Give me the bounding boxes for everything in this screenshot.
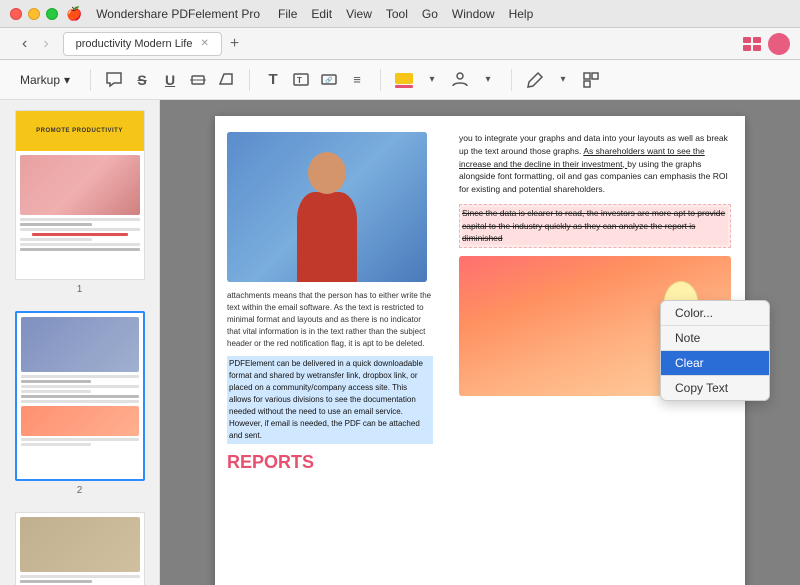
- right-top-text: you to integrate your graphs and data in…: [459, 132, 731, 196]
- svg-text:🔗: 🔗: [325, 76, 333, 84]
- strikethrough-icon[interactable]: S: [131, 69, 153, 91]
- context-menu: Color... Note Clear Copy Text: [660, 300, 770, 401]
- pen-icon[interactable]: [524, 69, 546, 91]
- title-bar: 🍎 Wondershare PDFelement Pro File Edit V…: [0, 0, 800, 28]
- traffic-lights: [10, 8, 58, 20]
- thumb-2-num: 2: [77, 485, 83, 496]
- main-area: PROMOTE PRODUCTIVITY 1: [0, 100, 800, 585]
- thumb-page-2[interactable]: 2: [8, 311, 151, 496]
- separator-1: [90, 69, 91, 91]
- separator-4: [511, 69, 512, 91]
- person-icon[interactable]: [449, 69, 471, 91]
- toolbar: Markup ▾ S U T T 🔗 ≡: [0, 60, 800, 100]
- close-button[interactable]: [10, 8, 22, 20]
- context-menu-copy-text[interactable]: Copy Text: [661, 376, 769, 400]
- text-tools: T T 🔗 ≡: [262, 69, 368, 91]
- thumb-2[interactable]: [15, 311, 145, 481]
- markup-button[interactable]: Markup ▾: [12, 69, 78, 91]
- menu-bar: File Edit View Tool Go Window Help: [278, 7, 533, 21]
- expand-icon[interactable]: [580, 69, 602, 91]
- lines-icon[interactable]: ≡: [346, 69, 368, 91]
- thumb-page-3[interactable]: 3: [8, 512, 151, 585]
- pen-dropdown-icon[interactable]: ▾: [552, 69, 574, 91]
- style-tools: ▾ ▾: [393, 69, 499, 91]
- strike-text-content: Since the data is clearer to read, the i…: [462, 208, 725, 244]
- menu-file[interactable]: File: [278, 7, 297, 21]
- color-picker-icon[interactable]: [393, 69, 415, 91]
- highlight-icon[interactable]: [187, 69, 209, 91]
- menu-window[interactable]: Window: [452, 7, 495, 21]
- menu-view[interactable]: View: [346, 7, 372, 21]
- strike-text: Since the data is clearer to read, the i…: [462, 207, 728, 245]
- person-dropdown-icon[interactable]: ▾: [477, 69, 499, 91]
- thumb-page-1[interactable]: PROMOTE PRODUCTIVITY 1: [8, 110, 151, 295]
- content-area: attachments means that the person has to…: [160, 100, 800, 585]
- thumb-1-header: PROMOTE PRODUCTIVITY: [16, 111, 144, 151]
- reports-heading: REPORTS: [227, 452, 433, 473]
- link-icon[interactable]: 🔗: [318, 69, 340, 91]
- separator-2: [249, 69, 250, 91]
- minimize-button[interactable]: [28, 8, 40, 20]
- thumb-3-image: [20, 517, 140, 572]
- tab-add-button[interactable]: +: [230, 36, 239, 52]
- menu-tool[interactable]: Tool: [386, 7, 408, 21]
- main-image: [227, 132, 427, 282]
- context-menu-color[interactable]: Color...: [661, 301, 769, 325]
- pdf-left-column: attachments means that the person has to…: [215, 116, 445, 585]
- comment-icon[interactable]: [103, 69, 125, 91]
- nav-forward[interactable]: ›: [37, 31, 54, 57]
- thumb-2-image: [21, 317, 139, 372]
- markup-label: Markup: [20, 73, 60, 87]
- maximize-button[interactable]: [46, 8, 58, 20]
- sidebar-thumbnails: PROMOTE PRODUCTIVITY 1: [0, 100, 160, 585]
- thumb-1[interactable]: PROMOTE PRODUCTIVITY: [15, 110, 145, 280]
- grid-icon[interactable]: [742, 36, 762, 52]
- underline-icon[interactable]: U: [159, 69, 181, 91]
- menu-go[interactable]: Go: [422, 7, 438, 21]
- tab-active[interactable]: productivity Modern Life ✕: [63, 32, 222, 56]
- dropdown-color-icon[interactable]: ▾: [421, 69, 443, 91]
- tab-close-icon[interactable]: ✕: [200, 38, 208, 49]
- separator-3: [380, 69, 381, 91]
- tab-bar: ‹ › productivity Modern Life ✕ +: [0, 28, 800, 60]
- thumb-3[interactable]: [15, 512, 145, 585]
- user-avatar[interactable]: [768, 33, 790, 55]
- strikethrough-block: Since the data is clearer to read, the i…: [459, 204, 731, 248]
- context-menu-clear[interactable]: Clear: [661, 351, 769, 375]
- menu-help[interactable]: Help: [509, 7, 534, 21]
- tab-bar-actions: [742, 33, 790, 55]
- left-body-text: attachments means that the person has to…: [227, 290, 433, 350]
- highlighted-text: PDFElement can be delivered in a quick d…: [227, 356, 433, 444]
- pen-tools: ▾: [524, 69, 602, 91]
- thumb-1-image: [20, 155, 140, 215]
- annotation-tools: S U: [103, 69, 237, 91]
- context-menu-note[interactable]: Note: [661, 326, 769, 350]
- app-name: Wondershare PDFelement Pro: [96, 7, 260, 21]
- eraser-icon[interactable]: [215, 69, 237, 91]
- menu-edit[interactable]: Edit: [311, 7, 332, 21]
- tab-label: productivity Modern Life: [76, 38, 193, 50]
- highlighted-text-content: PDFElement can be delivered in a quick d…: [229, 359, 423, 440]
- textbox-icon[interactable]: T: [290, 69, 312, 91]
- apple-icon: 🍎: [66, 6, 82, 22]
- markup-dropdown-icon: ▾: [64, 73, 70, 87]
- thumb-1-num: 1: [77, 284, 83, 295]
- text-icon[interactable]: T: [262, 69, 284, 91]
- svg-text:T: T: [297, 76, 302, 85]
- nav-back[interactable]: ‹: [16, 31, 33, 57]
